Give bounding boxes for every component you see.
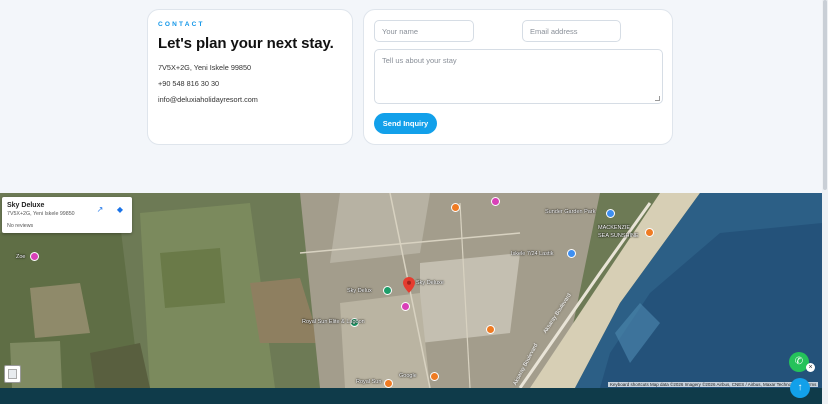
map-label-google: Google	[399, 373, 417, 379]
poi-marker-icon[interactable]	[486, 325, 495, 334]
contact-phone[interactable]: +90 548 816 30 30	[158, 79, 342, 88]
map-label-royal-sun: Royal Sun Elite & Lagoon	[302, 319, 365, 325]
poi-marker-icon[interactable]	[384, 379, 393, 388]
map-label-sunshine: SEA SUNSHINE	[598, 233, 639, 239]
place-address: 7V5X+2G, Yeni Iskele 99850	[7, 211, 75, 217]
name-input[interactable]: Your name	[374, 20, 474, 42]
poi-marker-icon[interactable]	[491, 197, 500, 206]
place-reviews[interactable]: No reviews	[7, 223, 127, 229]
poi-marker-icon[interactable]	[30, 252, 39, 261]
street-view-icon	[8, 369, 17, 379]
scrollbar-thumb[interactable]	[823, 0, 827, 190]
message-placeholder: Tell us about your stay	[382, 56, 457, 65]
arrow-up-icon[interactable]: ↑	[790, 378, 810, 398]
poi-marker-icon[interactable]	[430, 372, 439, 381]
map-place-card: Sky Deluxe 7V5X+2G, Yeni Iskele 99850 No…	[2, 197, 132, 233]
poi-marker-icon[interactable]	[567, 249, 576, 258]
send-inquiry-button[interactable]: Send Inquiry	[374, 113, 437, 134]
poi-marker-icon[interactable]	[401, 302, 410, 311]
poi-marker-icon[interactable]	[383, 286, 392, 295]
contact-card: CONTACT Let's plan your next stay. 7V5X+…	[147, 9, 353, 145]
contact-address: 7V5X+2G, Yeni Iskele 99850	[158, 63, 252, 72]
inquiry-form: Your name Email address Tell us about yo…	[363, 9, 673, 145]
resize-handle-icon[interactable]	[655, 96, 660, 101]
poi-marker-icon[interactable]	[606, 209, 615, 218]
poi-marker-icon[interactable]	[645, 228, 654, 237]
contact-email[interactable]: info@deluxiaholidayresort.com	[158, 95, 342, 104]
message-textarea[interactable]: Tell us about your stay	[374, 49, 663, 104]
street-view-control[interactable]	[4, 365, 21, 383]
map-label-sky-delux: Sky Delux	[347, 288, 372, 294]
poi-marker-icon[interactable]	[451, 203, 460, 212]
place-title: Sky Deluxe	[7, 202, 45, 209]
close-icon[interactable]: ×	[806, 363, 815, 372]
map-label-royal-sun-2: Royal Sun	[356, 379, 382, 385]
contact-headline: Let's plan your next stay.	[158, 35, 334, 52]
footer-bar	[0, 388, 822, 404]
external-link-icon[interactable]: ↗	[95, 205, 105, 215]
map-attribution[interactable]: Keyboard shortcuts Map data ©2026 Imager…	[608, 382, 819, 387]
location-pin-icon[interactable]	[403, 277, 415, 293]
email-input[interactable]: Email address	[522, 20, 621, 42]
map-label-mackenzie: MACKENZIE	[598, 225, 631, 231]
map-label-garden: Sunder Garden Park	[545, 209, 596, 215]
map-label-sky-deluxe: Sky Deluxe	[416, 280, 444, 286]
directions-icon[interactable]: ◆	[115, 205, 125, 215]
contact-eyebrow: CONTACT	[158, 21, 205, 28]
map-label-iskele: Iskele 7/24 Lastik	[511, 251, 554, 257]
map-label-zoe: Zoe	[16, 254, 26, 260]
